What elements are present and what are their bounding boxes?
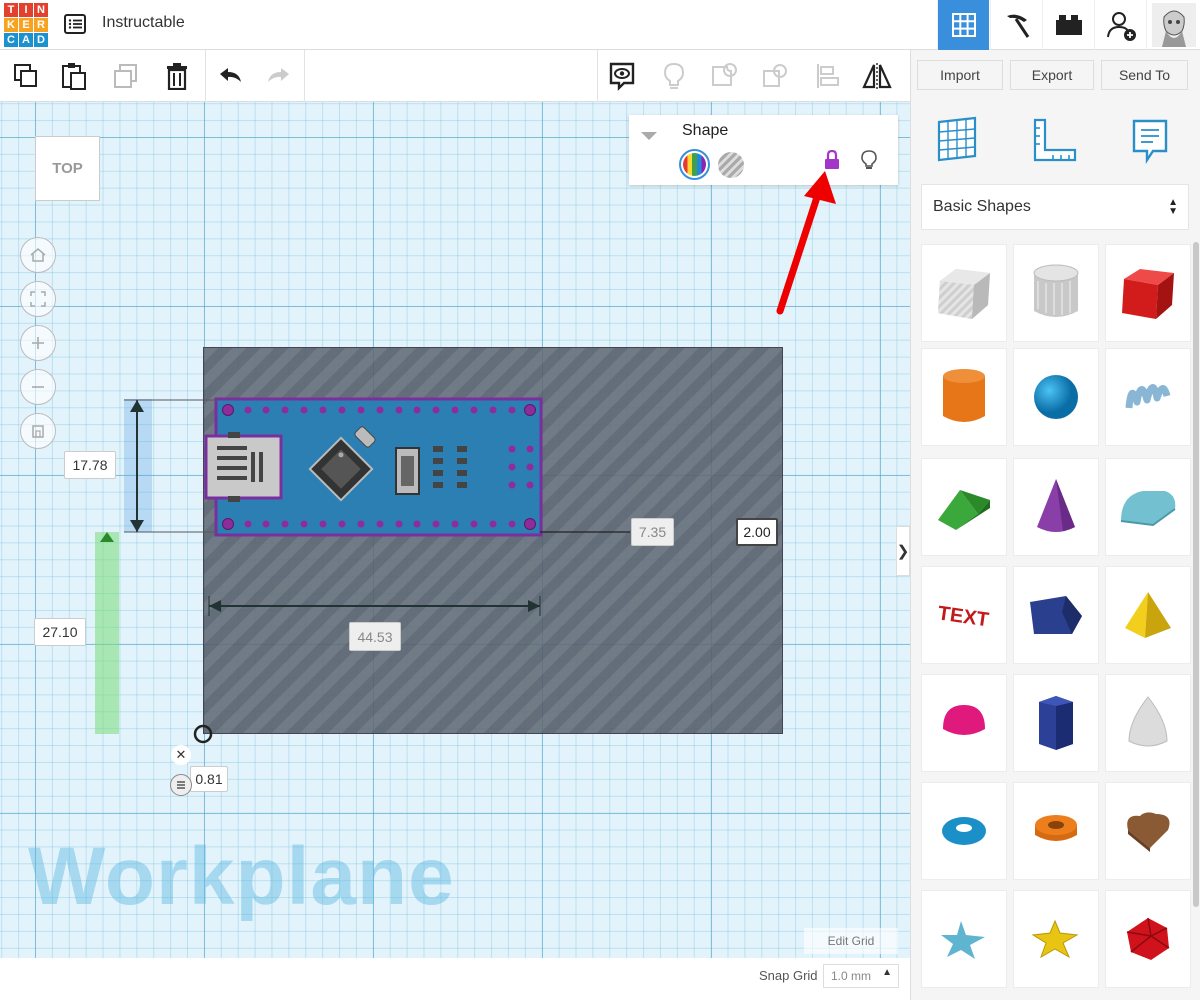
workplane-watermark: Workplane	[28, 831, 455, 922]
undo-icon[interactable]	[206, 50, 254, 102]
shape-box[interactable]	[1105, 244, 1191, 342]
shape-sphere[interactable]	[1013, 348, 1099, 446]
shape-category-value: Basic Shapes	[933, 198, 1031, 215]
shape-heart[interactable]	[1105, 782, 1191, 880]
caret-up-icon: ▲	[882, 967, 892, 978]
mirror-icon[interactable]	[853, 50, 901, 102]
shape-text[interactable]: TEXT	[921, 566, 1007, 664]
shape-icosahedron[interactable]	[1105, 890, 1191, 988]
design-menu-icon[interactable]	[64, 13, 86, 35]
shape-pyramid[interactable]	[1105, 566, 1191, 664]
dimension-settings-icon[interactable]	[170, 774, 192, 796]
workplane-tool-icon[interactable]	[935, 116, 979, 167]
shape-torus[interactable]	[921, 782, 1007, 880]
shape-cone[interactable]	[1013, 458, 1099, 556]
collapse-inspector-icon[interactable]	[641, 132, 657, 140]
paste-icon[interactable]	[50, 50, 98, 102]
close-dimension-icon[interactable]: ✕	[171, 745, 191, 765]
view-cube[interactable]: TOP	[35, 136, 100, 201]
logo-letter: C	[4, 33, 18, 47]
logo-letter: E	[19, 18, 33, 32]
fit-view-icon[interactable]	[20, 281, 56, 317]
top-bar: TIN KER CAD Instructable	[0, 0, 1200, 50]
grid-view-icon[interactable]	[937, 0, 989, 50]
snap-grid-value: 1.0 mm	[831, 969, 872, 983]
zoom-in-icon[interactable]	[20, 325, 56, 361]
copy-icon[interactable]	[2, 50, 50, 102]
svg-text:TEXT: TEXT	[936, 602, 990, 631]
shape-wedge[interactable]	[1013, 566, 1099, 664]
library-scrollbar[interactable]	[1193, 242, 1199, 907]
workplane-canvas[interactable]: TOP Workplane 17.78 27.10 44.53 7.35 2.0…	[0, 102, 910, 1000]
design-title[interactable]: Instructable	[102, 14, 185, 32]
view-cube-label: TOP	[52, 160, 83, 177]
tinkercad-logo[interactable]: TIN KER CAD	[4, 3, 48, 47]
home-view-icon[interactable]	[20, 237, 56, 273]
ungroup-icon[interactable]	[751, 50, 799, 102]
perspective-icon[interactable]	[20, 413, 56, 449]
snap-grid-select[interactable]: 1.0 mm ▲	[823, 964, 899, 988]
redo-icon[interactable]	[255, 50, 303, 102]
shape-category-select[interactable]: Basic Shapes ▲ ▼	[921, 184, 1189, 230]
shape-half-sphere[interactable]	[921, 674, 1007, 772]
notes-tool-icon[interactable]	[1131, 118, 1169, 169]
shape-polygon[interactable]	[1013, 674, 1099, 772]
select-arrows-icon: ▲ ▼	[1168, 197, 1178, 217]
shape-star-yellow[interactable]	[1013, 890, 1099, 988]
logo-letter: I	[19, 3, 33, 17]
edit-toolbar	[0, 50, 910, 102]
duplicate-icon[interactable]	[102, 50, 150, 102]
delete-icon[interactable]	[153, 50, 201, 102]
logo-letter: N	[34, 3, 48, 17]
hole-icon[interactable]	[718, 152, 744, 178]
logo-letter: D	[34, 33, 48, 47]
elevation-dimension-label[interactable]: 0.81	[190, 766, 228, 792]
logo-letter: A	[19, 33, 33, 47]
right-gap-dimension-label[interactable]: 7.35	[631, 518, 674, 546]
shape-box-hole[interactable]	[921, 244, 1007, 342]
bricks-icon[interactable]	[1042, 0, 1094, 50]
shape-inspector: Shape	[629, 115, 898, 185]
logo-letter: K	[4, 18, 18, 32]
shape-tube[interactable]	[1013, 782, 1099, 880]
add-user-icon[interactable]	[1094, 0, 1146, 50]
snap-grid-label: Snap Grid	[759, 968, 818, 983]
lightbulb-icon[interactable]	[650, 50, 698, 102]
align-icon[interactable]	[803, 50, 851, 102]
shape-cylinder-hole[interactable]	[1013, 244, 1099, 342]
pickaxe-icon[interactable]	[990, 0, 1042, 50]
logo-letter: T	[4, 3, 18, 17]
red-arrow-annotation	[776, 171, 836, 315]
shape-paraboloid[interactable]	[1105, 674, 1191, 772]
y-offset-dimension-label[interactable]: 27.10	[34, 618, 86, 646]
avatar[interactable]	[1146, 0, 1200, 50]
tinkercad-app: TIN KER CAD Instructable TOP Workplane 17.…	[0, 0, 1200, 1000]
panel-collapse-icon[interactable]: ❯	[896, 526, 910, 576]
shape-roof[interactable]	[921, 458, 1007, 556]
solid-color-icon[interactable]	[679, 149, 710, 180]
import-button[interactable]: Import	[917, 60, 1003, 90]
group-icon[interactable]	[700, 50, 748, 102]
send-to-button[interactable]: Send To	[1101, 60, 1188, 90]
right-panel: Import Export Send To Basic Shapes ▲ ▼ T…	[910, 50, 1200, 1000]
shape-star-blue[interactable]	[921, 890, 1007, 988]
logo-letter: R	[34, 18, 48, 32]
export-button[interactable]: Export	[1010, 60, 1094, 90]
arduino-nano-board[interactable]	[203, 394, 543, 544]
shape-cylinder[interactable]	[921, 348, 1007, 446]
height-dimension-label[interactable]: 17.78	[64, 451, 116, 479]
shape-scribble[interactable]	[1105, 348, 1191, 446]
inspector-title: Shape	[682, 122, 729, 139]
ruler-tool-icon[interactable]	[1031, 116, 1079, 169]
shape-library: TEXT	[919, 240, 1197, 992]
edit-grid-button[interactable]: Edit Grid	[804, 928, 898, 954]
zoom-out-icon[interactable]	[20, 369, 56, 405]
visibility-bulb-icon[interactable]	[860, 149, 878, 176]
shape-round-roof[interactable]	[1105, 458, 1191, 556]
length-dimension-label[interactable]: 44.53	[349, 622, 401, 651]
width-dimension-input[interactable]: 2.00	[736, 518, 778, 546]
notes-eye-icon[interactable]	[598, 50, 646, 102]
